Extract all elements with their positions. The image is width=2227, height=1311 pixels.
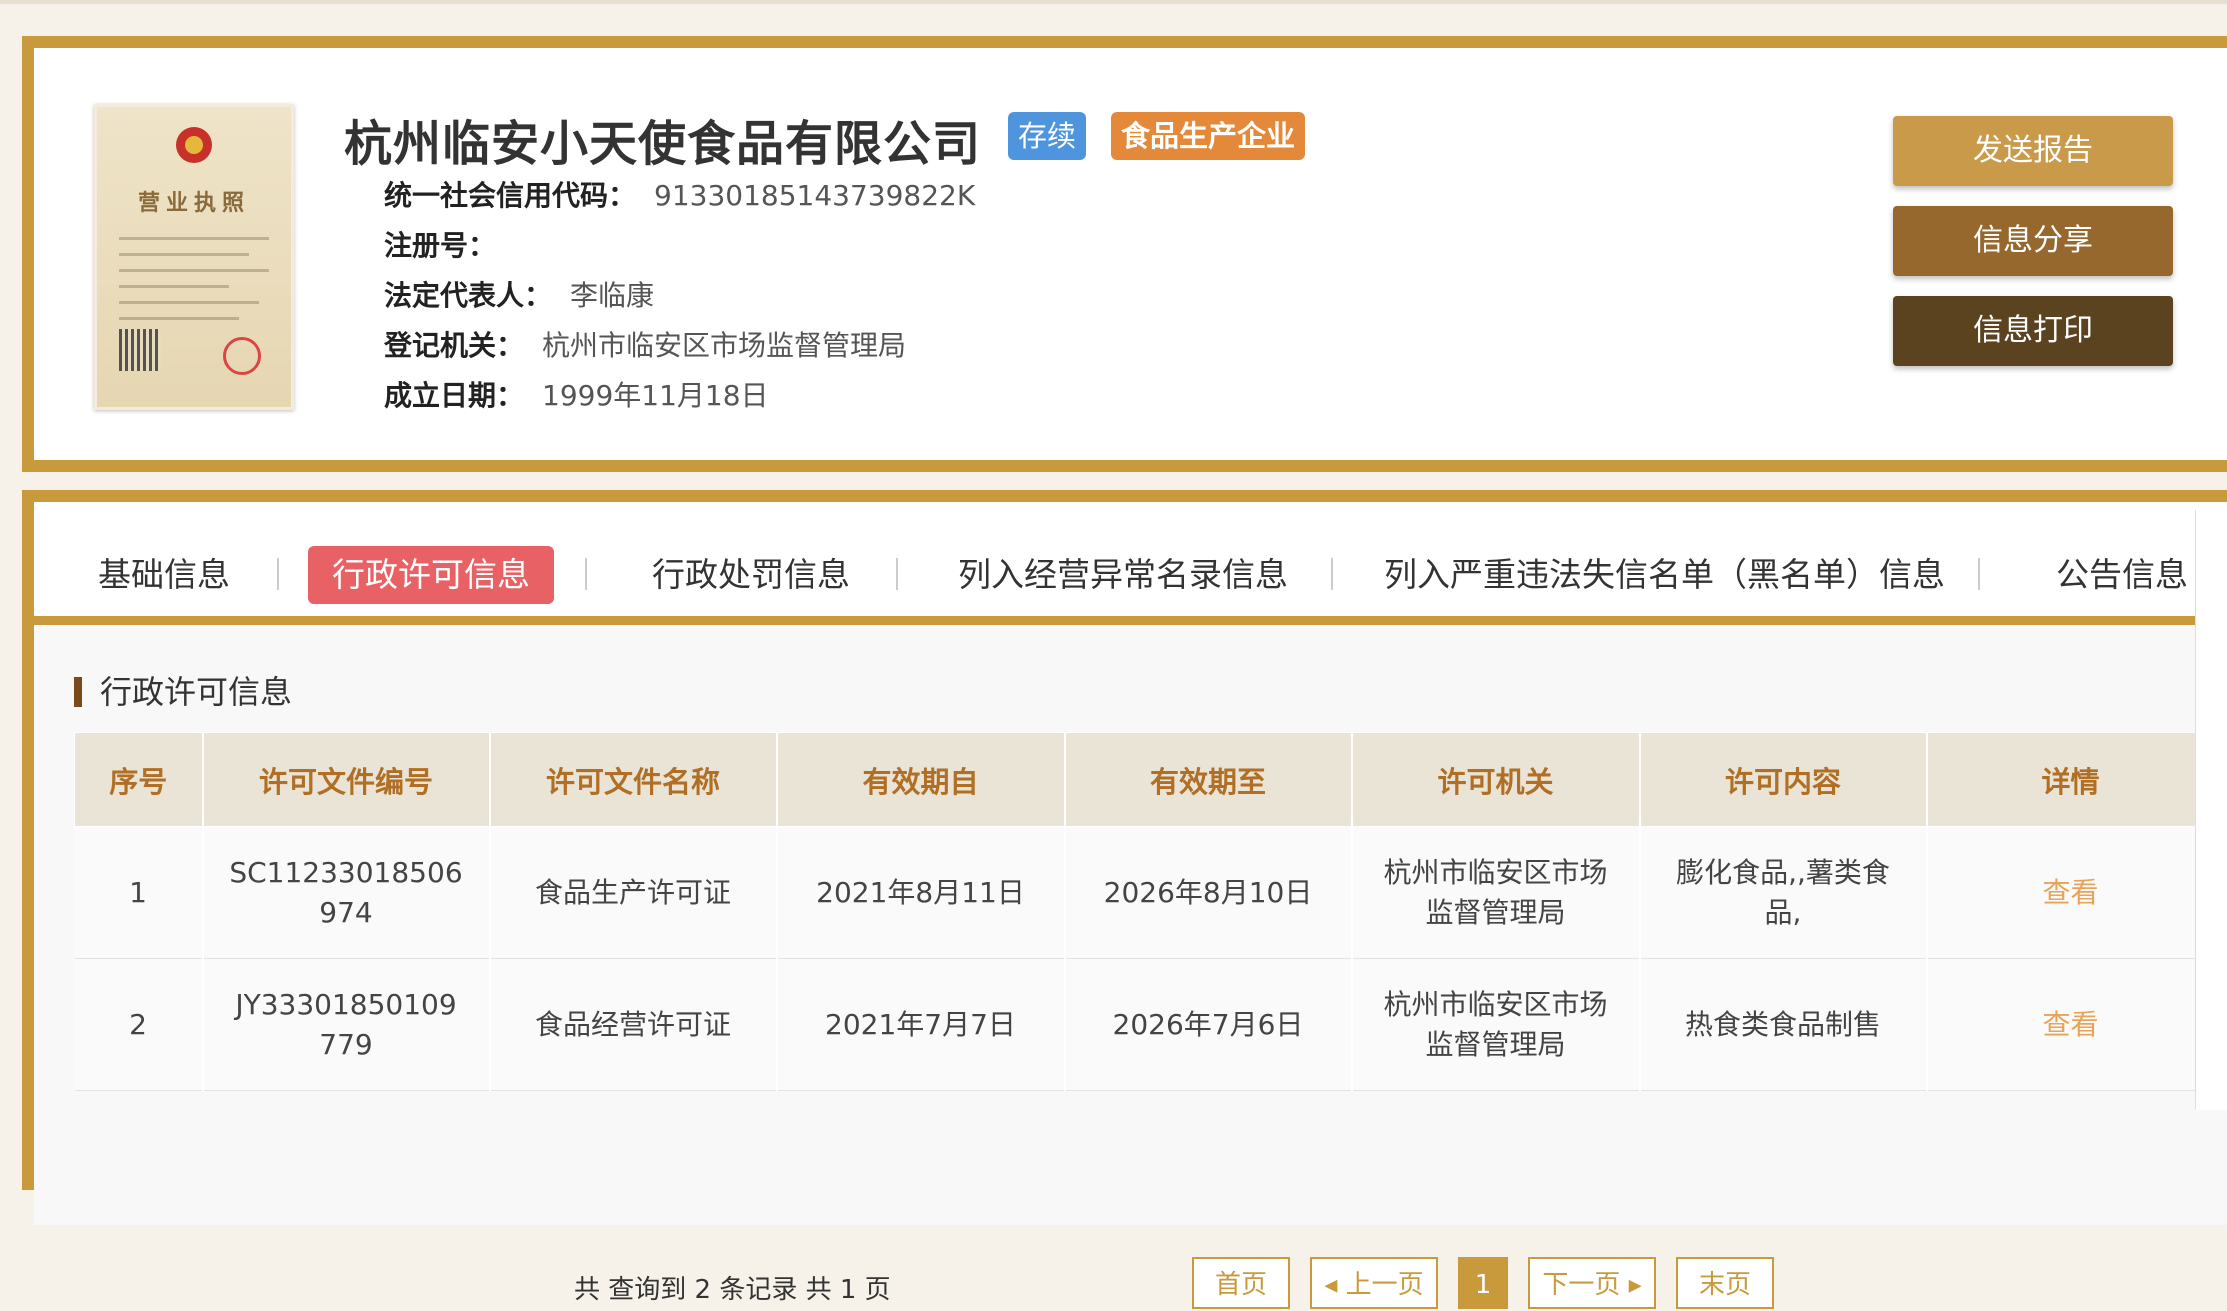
qr-code-icon (119, 329, 161, 371)
license-table: 序号 许可文件编号 许可文件名称 有效期自 有效期至 许可机关 许可内容 详情 … (74, 732, 2216, 1091)
tab-blacklist[interactable]: 列入严重违法失信名单（黑名单）信息 (1384, 546, 1945, 604)
established-date-row: 成立日期： 1999年11月18日 (384, 379, 769, 412)
current-page-button[interactable]: 1 (1458, 1257, 1508, 1309)
tab-admin-penalty[interactable]: 行政处罚信息 (652, 546, 850, 604)
seal-icon (223, 337, 261, 375)
registration-number-row: 注册号： (384, 229, 497, 262)
column-header: 许可文件编号 (202, 732, 491, 827)
enterprise-type-badge: 食品生产企业 (1111, 112, 1306, 160)
column-header: 有效期自 (776, 732, 1066, 827)
established-date-value: 1999年11月18日 (542, 379, 769, 412)
credit-code-row: 统一社会信用代码： 91330185143739822K (384, 179, 976, 212)
pagination-summary: 共 查询到 2 条记录 共 1 页 (574, 1275, 891, 1305)
prev-page-button[interactable]: ◂ 上一页 (1310, 1257, 1438, 1309)
tab-announcements[interactable]: 公告信息 (2056, 546, 2188, 604)
column-header: 详情 (1926, 732, 2216, 827)
tab-abnormal-operation[interactable]: 列入经营异常名录信息 (958, 546, 1288, 604)
print-info-button[interactable]: 信息打印 (1893, 296, 2173, 366)
first-page-button[interactable]: 首页 (1192, 1257, 1290, 1309)
credit-code-value: 91330185143739822K (654, 179, 976, 212)
table-row: 2 JY33301850109779 食品经营许可证 2021年7月7日 202… (74, 958, 2216, 1091)
license-panel: 行政许可信息 序号 许可文件编号 许可文件名称 有效期自 有效期至 许可机关 许… (34, 625, 2227, 1309)
view-detail-link[interactable]: 查看 (2042, 1008, 2098, 1041)
registration-authority-row: 登记机关： 杭州市临安区市场监督管理局 (384, 329, 907, 362)
license-title: 营业执照 (137, 190, 250, 216)
next-page-button[interactable]: 下一页 ▸ (1528, 1257, 1656, 1309)
content-card: 基础信息 行政许可信息 行政处罚信息 列入经营异常名录信息 列入严重违法失信名单… (22, 490, 2227, 1309)
top-divider (0, 0, 2227, 4)
status-badge: 存续 (1008, 112, 1087, 160)
table-row: 1 SC11233018506974 食品生产许可证 2021年8月11日 20… (74, 826, 2216, 959)
section-title: 行政许可信息 (74, 676, 292, 708)
last-page-button[interactable]: 末页 (1676, 1257, 1774, 1309)
tab-bar: 基础信息 行政许可信息 行政处罚信息 列入经营异常名录信息 列入严重违法失信名单… (34, 502, 2227, 625)
national-emblem-icon (176, 127, 212, 163)
tab-admin-license[interactable]: 行政许可信息 (308, 546, 554, 604)
table-header-row: 序号 许可文件编号 许可文件名称 有效期自 有效期至 许可机关 许可内容 详情 (74, 732, 2216, 827)
column-header: 序号 (74, 732, 204, 827)
company-name: 杭州临安小天使食品有限公司 (344, 116, 982, 172)
registration-authority-value: 杭州市临安区市场监督管理局 (542, 329, 907, 362)
column-header: 有效期至 (1064, 732, 1353, 827)
business-license-thumbnail[interactable]: 营业执照 (94, 104, 294, 410)
column-header: 许可机关 (1351, 732, 1641, 827)
tab-basic-info[interactable]: 基础信息 (98, 546, 230, 604)
send-report-button[interactable]: 发送报告 (1893, 116, 2173, 186)
column-header: 许可内容 (1639, 732, 1928, 827)
legal-rep-row: 法定代表人： 李临康 (384, 279, 655, 312)
column-header: 许可文件名称 (489, 732, 778, 827)
legal-rep-value: 李临康 (570, 279, 655, 312)
right-edge-panel (2195, 510, 2227, 1110)
share-info-button[interactable]: 信息分享 (1893, 206, 2173, 276)
view-detail-link[interactable]: 查看 (2042, 876, 2098, 909)
